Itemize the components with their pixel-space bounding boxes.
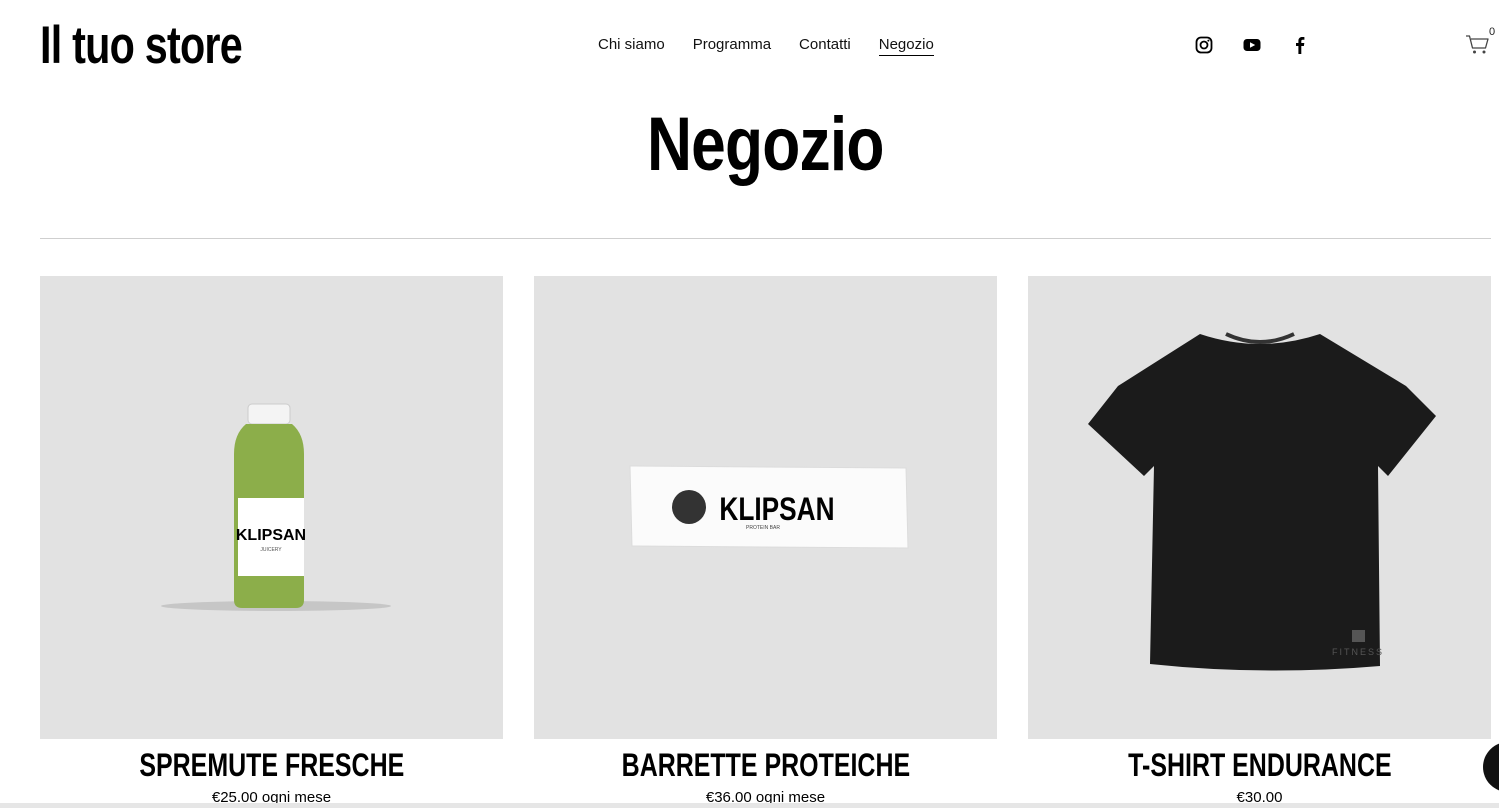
- divider: [40, 238, 1491, 239]
- cart-icon[interactable]: [1465, 34, 1491, 56]
- tshirt-brand-label: FITNESS: [1332, 647, 1384, 657]
- product-card[interactable]: KLIPSAN JUICERY SPREMUTE FRESCHE €25.00 …: [40, 276, 503, 807]
- facebook-icon[interactable]: [1291, 36, 1309, 54]
- juice-brand-label: KLIPSAN: [236, 527, 306, 544]
- product-image-tshirt[interactable]: FITNESS: [1028, 276, 1491, 739]
- nav-link-chi-siamo[interactable]: Chi siamo: [598, 36, 665, 56]
- product-name[interactable]: T-SHIRT ENDURANCE: [1028, 745, 1491, 785]
- bottom-scrollbar: [0, 803, 1499, 808]
- juice-sub-label: JUICERY: [260, 547, 282, 553]
- nav-link-programma[interactable]: Programma: [693, 36, 771, 56]
- juice-bottle-illustration: KLIPSAN JUICERY: [161, 403, 391, 611]
- protein-bar-illustration: KLIPSAN PROTEIN BAR: [629, 465, 909, 549]
- cart-count: 0: [1489, 26, 1496, 38]
- bar-brand-label: KLIPSAN: [719, 493, 834, 528]
- youtube-icon[interactable]: [1243, 36, 1261, 54]
- product-name[interactable]: BARRETTE PROTEICHE: [534, 745, 997, 785]
- product-image-juice[interactable]: KLIPSAN JUICERY: [40, 276, 503, 739]
- site-logo[interactable]: Il tuo store: [40, 14, 243, 78]
- tshirt-illustration: FITNESS: [1088, 332, 1436, 671]
- product-name[interactable]: SPREMUTE FRESCHE: [40, 745, 503, 785]
- bar-sub-label: PROTEIN BAR: [746, 525, 780, 531]
- product-card[interactable]: FITNESS T-SHIRT ENDURANCE €30.00: [1028, 276, 1491, 807]
- page-title: Negozio: [647, 102, 884, 187]
- nav-link-contatti[interactable]: Contatti: [799, 36, 851, 56]
- product-image-protein-bar[interactable]: KLIPSAN PROTEIN BAR: [534, 276, 997, 739]
- instagram-icon[interactable]: [1195, 36, 1213, 54]
- nav-link-negozio[interactable]: Negozio: [878, 36, 934, 56]
- main-nav: Chi siamo Programma Contatti Negozio: [598, 36, 934, 56]
- product-card[interactable]: KLIPSAN PROTEIN BAR BARRETTE PROTEICHE €…: [534, 276, 997, 807]
